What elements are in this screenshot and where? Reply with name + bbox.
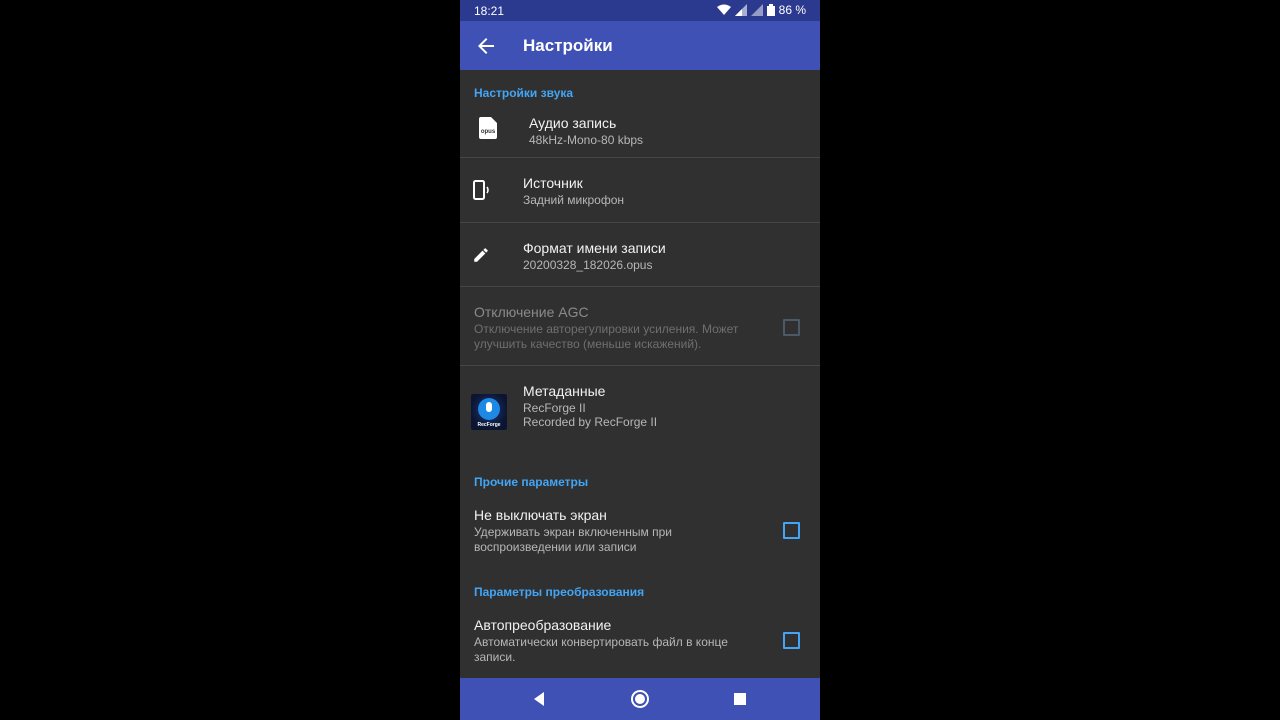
battery-percent: 86 % [778,3,806,17]
battery-icon [766,4,775,16]
recforge-logo-icon: RecForge [471,394,507,430]
pencil-icon [472,246,490,269]
settings-list: Настройки звука opus Аудио запись 48kHz-… [460,70,820,678]
setting-summary-line1: RecForge II [523,401,586,415]
setting-title: Формат имени записи [523,240,666,256]
setting-title: Метаданные [523,383,606,399]
opus-file-icon: opus [479,117,497,139]
setting-summary: Отключение авторегулировки усиления. Мож… [474,322,739,351]
nav-recents-icon[interactable] [730,689,750,709]
signal-icon [734,4,747,16]
status-icons: 86 % [716,3,806,17]
setting-auto-convert[interactable]: Автопреобразование Автоматически конверт… [460,605,820,675]
section-header-sound: Настройки звука [474,86,574,100]
setting-summary: 20200328_182026.opus [523,258,653,272]
setting-title: Не выключать экран [474,507,607,523]
status-time: 18:21 [474,4,505,18]
status-bar: 18:21 86 % [460,0,820,21]
setting-title: Аудио запись [529,115,617,131]
nav-home-icon[interactable] [630,689,650,709]
app-bar: Настройки [460,21,820,70]
setting-summary: Удерживать экран включенным при воспроиз… [474,525,672,554]
nav-back-icon[interactable] [530,689,550,709]
signal-icon-2 [750,4,763,16]
back-arrow-icon[interactable] [474,34,498,58]
section-header-other: Прочие параметры [474,475,589,489]
navigation-bar [460,678,820,720]
agc-checkbox [783,319,800,336]
setting-audio-record[interactable]: opus Аудио запись 48kHz-Mono-80 kbps [460,104,820,158]
setting-summary: 48kHz-Mono-80 kbps [529,133,644,147]
setting-summary: Задний микрофон [523,193,625,207]
auto-convert-checkbox[interactable] [783,632,800,649]
setting-title: Источник [523,175,583,191]
section-header-convert: Параметры преобразования [474,585,645,599]
page-title: Настройки [523,36,613,55]
setting-filename-format[interactable]: Формат имени записи 20200328_182026.opus [460,223,820,287]
phone-screen: 18:21 86 % Настройки Настройки звука opu… [460,0,820,720]
setting-summary: Автоматически конвертировать файл в конц… [474,635,728,664]
phone-sound-icon [472,180,492,205]
setting-keep-screen-on[interactable]: Не выключать экран Удерживать экран вклю… [460,495,820,563]
keep-screen-checkbox[interactable] [783,522,800,539]
wifi-icon [716,4,731,16]
setting-title: Автопреобразование [474,617,612,633]
setting-summary-line2: Recorded by RecForge II [523,415,658,429]
setting-metadata[interactable]: RecForge Метаданные RecForge II Recorded… [460,366,820,452]
setting-title: Отключение AGC [474,304,589,320]
setting-agc: Отключение AGC Отключение авторегулировк… [460,287,820,366]
setting-source[interactable]: Источник Задний микрофон [460,158,820,223]
